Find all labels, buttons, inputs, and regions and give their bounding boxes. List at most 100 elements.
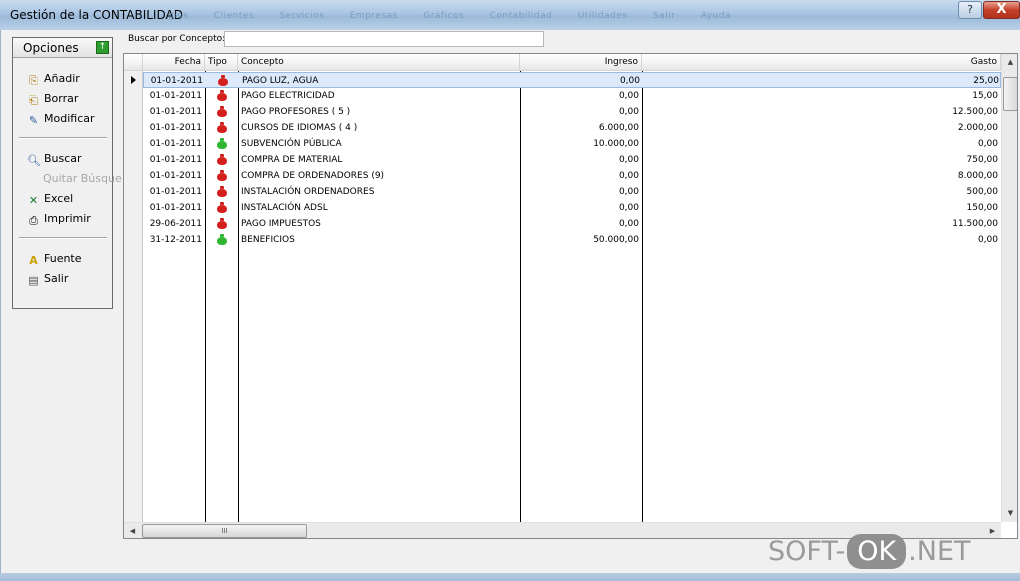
cell-fecha: 01-01-2011 (149, 91, 202, 101)
grid-header: Fecha Tipo Concepto Ingreso Gasto (124, 54, 1001, 71)
cell-gasto: 150,00 (966, 203, 999, 213)
delete-button[interactable]: ⎗ Borrar (27, 92, 78, 108)
row-selector-column (124, 54, 143, 522)
cell-fecha: 29-06-2011 (149, 219, 202, 229)
table-row[interactable]: 01-01-2011 PAGO LUZ, AGUA 0,00 25,00 (143, 72, 1001, 88)
cell-ingreso: 0,00 (618, 171, 639, 181)
cell-fecha: 01-01-2011 (149, 187, 202, 197)
col-tipo[interactable]: Tipo (205, 54, 238, 71)
col-fecha[interactable]: Fecha (143, 54, 205, 71)
search-label: Buscar (44, 152, 82, 165)
cell-concepto: COMPRA DE MATERIAL (241, 155, 343, 165)
cell-concepto: PAGO ELECTRICIDAD (241, 91, 335, 101)
cell-concepto: BENEFICIOS (241, 235, 295, 245)
money-bag-green-icon (217, 138, 227, 149)
menu-item: Salir (652, 11, 676, 21)
font-button[interactable]: A Fuente (27, 252, 82, 268)
exit-icon: ▤ (28, 274, 39, 287)
cell-concepto: INSTALACIÓN ADSL (241, 203, 328, 213)
close-button[interactable]: X (983, 1, 1020, 19)
cell-ingreso: 0,00 (618, 187, 639, 197)
print-button[interactable]: ⎙ Imprimir (27, 212, 91, 228)
col-concepto[interactable]: Concepto (238, 54, 520, 71)
money-bag-red-icon (217, 106, 227, 117)
add-label: Añadir (44, 72, 80, 85)
clear-search-button[interactable]: Quitar Búsque (43, 172, 122, 188)
table-row[interactable]: 01-01-2011 COMPRA DE ORDENADORES (9) 0,00 8… (143, 168, 1001, 184)
horizontal-scroll-thumb[interactable]: III (142, 524, 307, 538)
menu-item: Servicios (279, 11, 325, 21)
cell-ingreso: 50.000,00 (593, 235, 639, 245)
watermark-right: .NET (908, 536, 971, 567)
cell-fecha: 01-01-2011 (149, 171, 202, 181)
watermark: SOFT- OK .NET (768, 534, 971, 580)
edit-button[interactable]: ✎ Modificar (27, 112, 95, 128)
scroll-left-arrow-icon[interactable]: ◀ (124, 523, 141, 538)
table-row[interactable]: 01-01-2011 PAGO ELECTRICIDAD 0,00 15,00 (143, 88, 1001, 104)
add-button[interactable]: ⎘ Añadir (27, 72, 80, 88)
table-row[interactable]: 01-01-2011 CURSOS DE IDIOMAS ( 4 ) 6.000,0… (143, 120, 1001, 136)
table-row[interactable]: 01-01-2011 INSTALACIÓN ORDENADORES 0,00 500… (143, 184, 1001, 200)
vertical-scroll-thumb[interactable] (1003, 77, 1017, 111)
menu-item: Clientes (213, 11, 255, 21)
cell-gasto: 25,00 (973, 76, 999, 86)
cell-concepto: INSTALACIÓN ORDENADORES (241, 187, 375, 197)
cell-gasto: 15,00 (972, 91, 998, 101)
delete-icon: ⎗ (29, 94, 38, 107)
money-bag-red-icon (218, 75, 228, 86)
client-area: Opciones ↑ ⎘ Añadir ⎗ Borrar ✎ Modificar 🔍︎… (0, 30, 1020, 581)
add-icon: ⎘ (29, 74, 38, 87)
printer-icon: ⎙ (29, 214, 38, 227)
print-label: Imprimir (44, 212, 91, 225)
cell-fecha: 01-01-2011 (149, 139, 202, 149)
cell-gasto: 0,00 (977, 235, 998, 245)
search-icon: 🔍︎ (27, 154, 41, 167)
cell-ingreso: 0,00 (618, 91, 639, 101)
cell-concepto: CURSOS DE IDIOMAS ( 4 ) (241, 123, 358, 133)
options-panel: Opciones ↑ ⎘ Añadir ⎗ Borrar ✎ Modificar 🔍︎… (12, 37, 122, 309)
collapse-icon[interactable]: ↑ (96, 41, 109, 54)
scroll-down-arrow-icon[interactable]: ▼ (1002, 505, 1017, 522)
search-label: Buscar por Concepto: (128, 34, 225, 44)
vertical-scrollbar[interactable]: ▲ ▼ (1001, 54, 1017, 522)
cell-gasto: 2.000,00 (957, 123, 998, 133)
cell-fecha: 01-01-2011 (149, 155, 202, 165)
col-ingreso[interactable]: Ingreso (520, 54, 642, 71)
font-label: Fuente (44, 252, 82, 265)
search-input[interactable] (224, 31, 544, 47)
cell-ingreso: 6.000,00 (598, 123, 639, 133)
cell-fecha: 01-01-2011 (149, 123, 202, 133)
cell-ingreso: 0,00 (619, 76, 640, 86)
title-bar: Gestión de la CONTABILIDAD gios Clientes… (0, 0, 1020, 30)
separator (19, 137, 107, 139)
money-bag-red-icon (217, 186, 227, 197)
table-row[interactable]: 01-01-2011 SUBVENCIÓN PÚBLICA 10.000,00 0,0… (143, 136, 1001, 152)
col-gasto[interactable]: Gasto (642, 54, 1001, 71)
table-row[interactable]: 01-01-2011 COMPRA DE MATERIAL 0,00 750,00 (143, 152, 1001, 168)
table-row[interactable]: 31-12-2011 BENEFICIOS 50.000,00 0,00 (143, 232, 1001, 248)
separator (19, 237, 107, 239)
money-bag-green-icon (217, 234, 227, 245)
exit-button[interactable]: ▤ Salir (27, 272, 68, 288)
cell-gasto: 500,00 (966, 187, 999, 197)
scroll-up-arrow-icon[interactable]: ▲ (1002, 54, 1017, 71)
cell-fecha: 01-01-2011 (149, 107, 202, 117)
search-button[interactable]: 🔍︎ Buscar (27, 152, 82, 168)
table-row[interactable]: 01-01-2011 INSTALACIÓN ADSL 0,00 150,00 (143, 200, 1001, 216)
menu-item: Utilidades (577, 11, 628, 21)
options-header: Opciones ↑ (13, 38, 112, 58)
cell-fecha: 31-12-2011 (149, 235, 202, 245)
table-row[interactable]: 01-01-2011 PAGO PROFESORES ( 5 ) 0,00 12.50… (143, 104, 1001, 120)
money-bag-red-icon (217, 202, 227, 213)
menu-item: Ayuda (700, 11, 731, 21)
options-title: Opciones (23, 41, 79, 55)
search-label-text: Buscar por Concepto: (128, 34, 226, 44)
cell-gasto: 12.500,00 (952, 107, 998, 117)
cell-concepto: PAGO IMPUESTOS (241, 219, 321, 229)
help-button[interactable]: ? (958, 1, 982, 19)
money-bag-red-icon (217, 90, 227, 101)
scroll-right-arrow-icon[interactable]: ▶ (984, 523, 1001, 538)
table-row[interactable]: 29-06-2011 PAGO IMPUESTOS 0,00 11.500,00 (143, 216, 1001, 232)
excel-button[interactable]: ✕ Excel (27, 192, 73, 208)
money-bag-red-icon (217, 122, 227, 133)
